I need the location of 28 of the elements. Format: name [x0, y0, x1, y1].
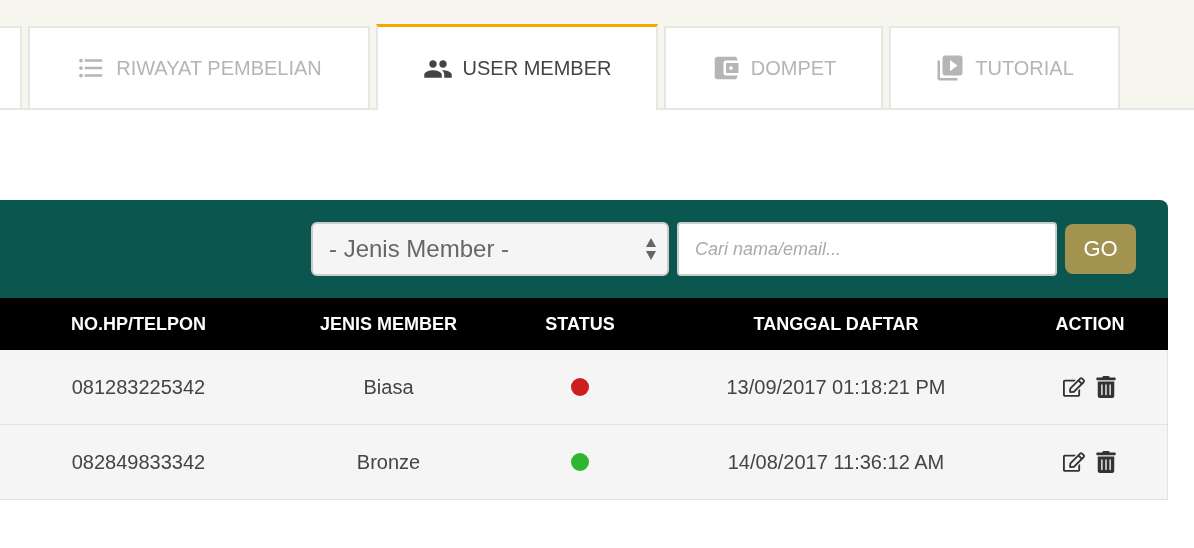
tab[interactable]: USER MEMBER — [376, 24, 658, 110]
table-cell: 081283225342 — [71, 375, 206, 399]
table-cell: Biasa — [363, 375, 414, 399]
trash-icon — [1095, 451, 1117, 473]
edit-button[interactable] — [1063, 376, 1085, 398]
column-header: NO.HP/TELPON — [71, 313, 206, 335]
table-cell: 13/09/2017 01:18:21 PM — [726, 375, 946, 399]
edit-icon — [1063, 376, 1085, 398]
delete-button[interactable] — [1095, 376, 1117, 398]
tab[interactable]: TUTORIAL — [889, 26, 1120, 108]
tab[interactable]: RIWAYAT PEMBELIAN — [28, 26, 370, 108]
tab[interactable]: DOMPET — [664, 26, 883, 108]
column-header: JENIS MEMBER — [320, 313, 457, 335]
column-header: ACTION — [1055, 313, 1125, 335]
search-field[interactable]: Cari nama/email... — [677, 222, 1057, 276]
video-library-icon — [935, 53, 966, 83]
trash-icon — [1095, 376, 1117, 398]
delete-button[interactable] — [1095, 451, 1117, 473]
edit-icon — [1063, 451, 1085, 473]
edit-button[interactable] — [1063, 451, 1085, 473]
member-type-select[interactable]: - Jenis Member - — [311, 222, 669, 276]
column-header: STATUS — [545, 313, 615, 335]
column-header: TANGGAL DAFTAR — [753, 313, 919, 335]
table-cell: Bronze — [356, 450, 421, 474]
table-cell: 082849833342 — [71, 450, 206, 474]
table-cell: 14/08/2017 11:36:12 AM — [727, 450, 945, 474]
sort-arrows-icon — [645, 237, 657, 261]
go-button[interactable]: GO — [1065, 224, 1136, 274]
